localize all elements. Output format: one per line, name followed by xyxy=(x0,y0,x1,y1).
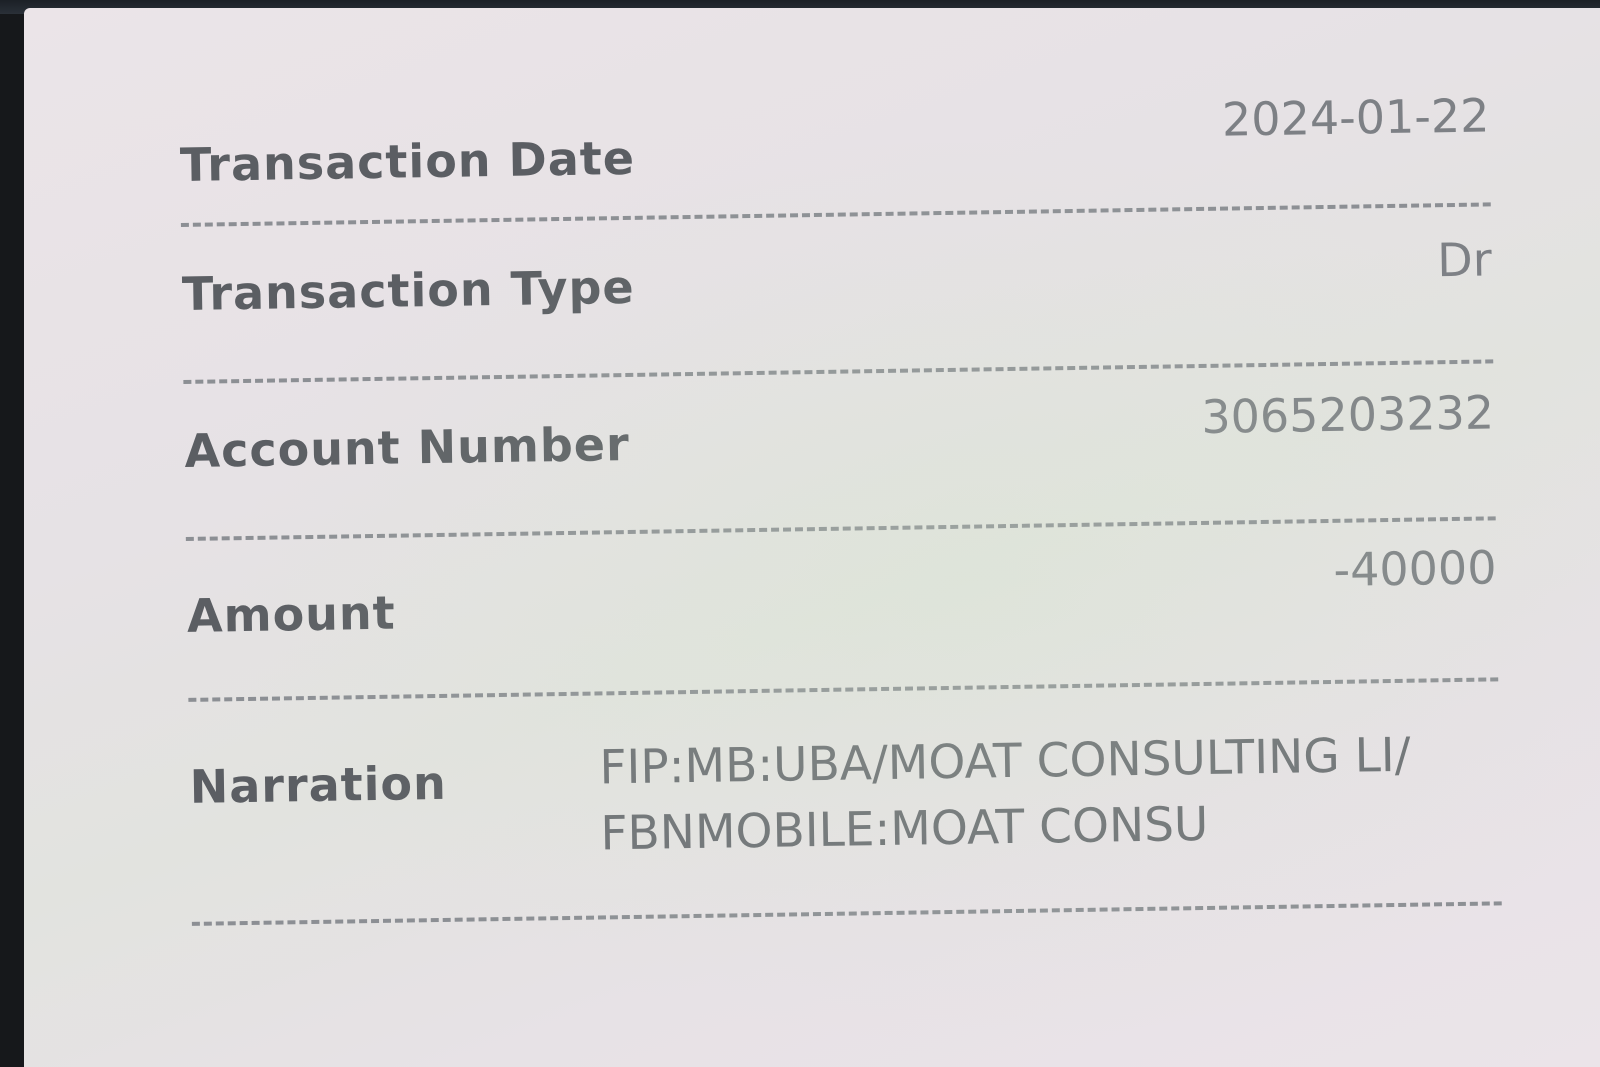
transaction-details-list: Transaction Date 2024-01-22 Transaction … xyxy=(179,82,1502,926)
transaction-type-label: Transaction Type xyxy=(181,259,636,321)
transaction-details-screen: Transaction Date 2024-01-22 Transaction … xyxy=(24,8,1600,1067)
amount-row: Amount -40000 xyxy=(185,520,1499,702)
account-number-row: Account Number 3065203232 xyxy=(183,363,1496,541)
narration-line: FBNMOBILE:MOAT CONSU xyxy=(600,796,1209,862)
transaction-date-row: Transaction Date 2024-01-22 xyxy=(179,82,1491,227)
transaction-date-label: Transaction Date xyxy=(179,130,636,192)
narration-row: Narration FIP:MB:UBA/MOAT CONSULTING LI/… xyxy=(188,681,1502,926)
amount-label: Amount xyxy=(186,585,397,643)
account-number-value: 3065203232 xyxy=(1200,385,1495,444)
transaction-type-row: Transaction Type Dr xyxy=(180,206,1494,384)
amount-value: -40000 xyxy=(1333,540,1497,597)
transaction-type-value: Dr xyxy=(1436,232,1493,288)
narration-line: FIP:MB:UBA/MOAT CONSULTING LI/ xyxy=(599,727,1411,796)
narration-label: Narration xyxy=(189,755,448,814)
transaction-date-value: 2024-01-22 xyxy=(1221,88,1490,147)
account-number-label: Account Number xyxy=(184,416,631,478)
narration-value: FIP:MB:UBA/MOAT CONSULTING LI/ FBNMOBILE… xyxy=(599,723,1412,868)
